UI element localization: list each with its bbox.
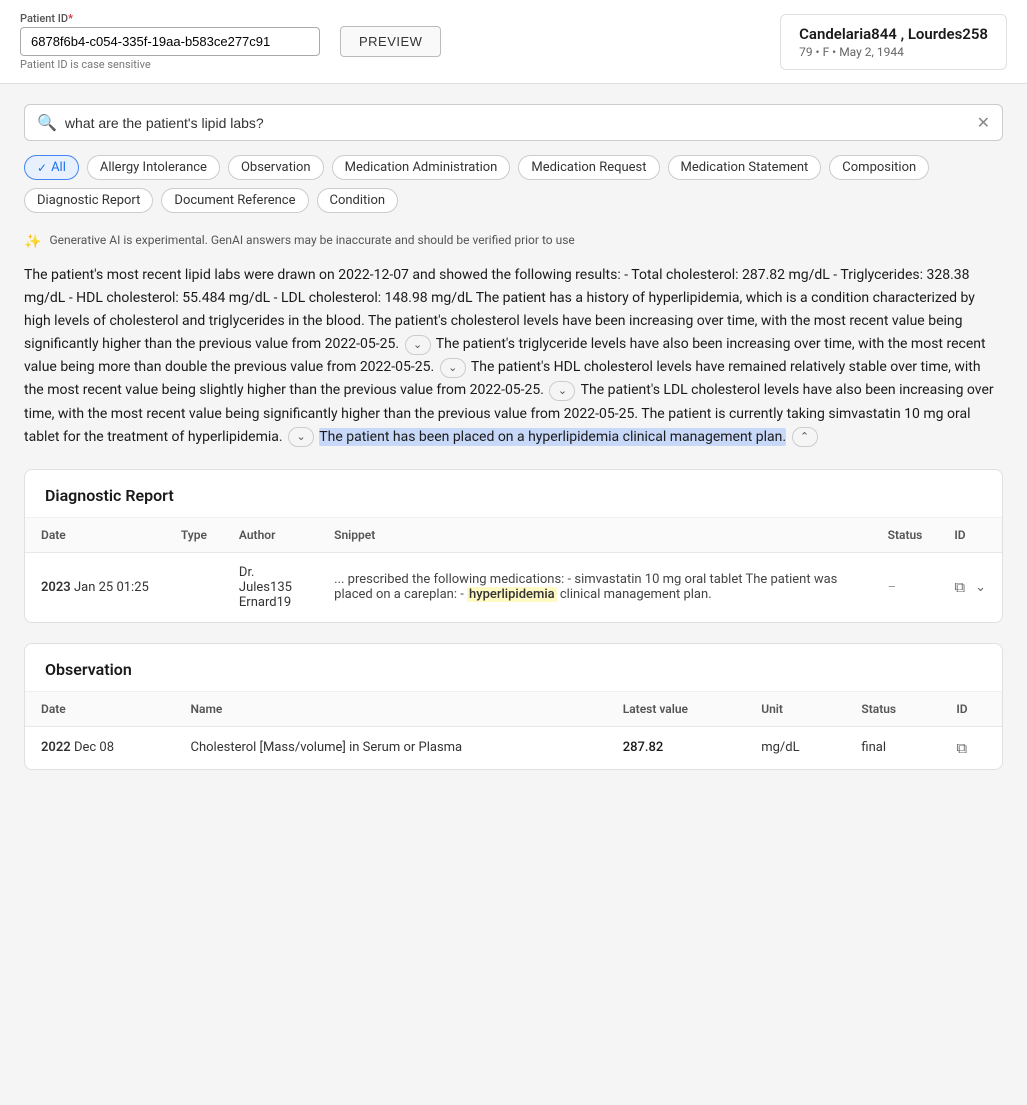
filter-chip-label: All: [51, 160, 66, 175]
col-date: Date: [25, 692, 175, 727]
filter-chip-label: Document Reference: [174, 193, 295, 208]
date-year: 2023: [41, 580, 71, 595]
filter-chip-composition[interactable]: Composition: [829, 155, 929, 180]
filter-chip-label: Diagnostic Report: [37, 193, 140, 208]
filter-chip-med-statement[interactable]: Medication Statement: [668, 155, 822, 180]
table-row: 2023 Jan 25 01:25 Dr. Jules135 Ernard19 …: [25, 552, 1002, 622]
status-value: final: [861, 740, 886, 755]
id-cell: ⧉: [940, 726, 1002, 769]
col-snippet: Snippet: [318, 518, 872, 553]
patient-info-card: Candelaria844 , Lourdes258 79 • F • May …: [780, 14, 1007, 70]
filter-chip-label: Medication Administration: [345, 160, 498, 175]
filter-chip-condition[interactable]: Condition: [317, 188, 399, 213]
diagnostic-report-card: Diagnostic Report Date Type Author Snipp…: [24, 469, 1003, 623]
diagnostic-report-table: Date Type Author Snippet Status ID 2023 …: [25, 518, 1002, 622]
observation-title: Observation: [25, 644, 1002, 692]
status-cell: –: [872, 552, 939, 622]
preview-button[interactable]: PREVIEW: [340, 26, 441, 57]
copy-icon[interactable]: ⧉: [956, 739, 967, 757]
col-status: Status: [872, 518, 939, 553]
snippet-after: clinical management plan.: [557, 587, 712, 602]
col-status: Status: [845, 692, 940, 727]
highlighted-response-text: The patient has been placed on a hyperli…: [319, 428, 786, 446]
observation-table: Date Name Latest value Unit Status ID 20…: [25, 692, 1002, 769]
status-cell: final: [845, 726, 940, 769]
expand-button-5[interactable]: ⌃: [792, 427, 818, 447]
col-name: Name: [175, 692, 607, 727]
type-cell: [165, 552, 223, 622]
col-latest-value: Latest value: [607, 692, 745, 727]
copy-icon[interactable]: ⧉: [954, 578, 965, 596]
col-author: Author: [223, 518, 318, 553]
expand-row-button[interactable]: ⌄: [975, 580, 986, 595]
ai-notice: ✨ Generative AI is experimental. GenAI a…: [24, 233, 1003, 250]
patient-id-label: Patient ID*: [20, 12, 320, 25]
required-marker: *: [68, 12, 73, 25]
observation-card: Observation Date Name Latest value Unit …: [24, 643, 1003, 770]
author-line1: Dr. Jules135: [239, 565, 302, 595]
date-year: 2022: [41, 740, 71, 755]
expand-button-4[interactable]: ⌄: [288, 427, 314, 447]
patient-name: Candelaria844 , Lourdes258: [799, 25, 988, 43]
patient-id-hint: Patient ID is case sensitive: [20, 58, 320, 71]
filter-chip-label: Medication Request: [531, 160, 646, 175]
filter-chip-label: Composition: [842, 160, 916, 175]
ai-response: The patient's most recent lipid labs wer…: [24, 264, 1003, 449]
search-input[interactable]: [65, 115, 969, 131]
table-row: 2022 Dec 08 Cholesterol [Mass/volume] in…: [25, 726, 1002, 769]
status-value: –: [888, 580, 897, 595]
search-container: 🔍 ✕: [24, 104, 1003, 141]
latest-value: 287.82: [623, 740, 664, 755]
filter-chip-diagnostic[interactable]: Diagnostic Report: [24, 188, 153, 213]
author-line2: Ernard19: [239, 595, 302, 610]
expand-button-1[interactable]: ⌄: [405, 335, 431, 355]
expand-button-2[interactable]: ⌄: [440, 358, 466, 378]
filter-chips: ✓ All Allergy Intolerance Observation Me…: [24, 155, 1003, 213]
patient-id-input[interactable]: [20, 27, 320, 56]
date-cell: 2022 Dec 08: [25, 726, 175, 769]
search-icon: 🔍: [37, 113, 57, 132]
filter-chip-label: Condition: [330, 193, 386, 208]
filter-chip-allergy[interactable]: Allergy Intolerance: [87, 155, 220, 180]
patient-details: 79 • F • May 2, 1944: [799, 45, 988, 59]
latest-value-cell: 287.82: [607, 726, 745, 769]
filter-chip-label: Medication Statement: [681, 160, 809, 175]
snippet-cell: ... prescribed the following medications…: [318, 552, 872, 622]
date-cell: 2023 Jan 25 01:25: [25, 552, 165, 622]
author-cell: Dr. Jules135 Ernard19: [223, 552, 318, 622]
table-header-row: Date Type Author Snippet Status ID: [25, 518, 1002, 553]
filter-chip-label: Allergy Intolerance: [100, 160, 207, 175]
name-cell: Cholesterol [Mass/volume] in Serum or Pl…: [175, 726, 607, 769]
date-rest: Dec 08: [74, 740, 114, 755]
clear-icon[interactable]: ✕: [977, 113, 990, 132]
expand-button-3[interactable]: ⌄: [549, 381, 575, 401]
snippet-highlight: hyperlipidemia: [467, 587, 557, 602]
header-bar: Patient ID* Patient ID is case sensitive…: [0, 0, 1027, 84]
col-unit: Unit: [745, 692, 845, 727]
col-id: ID: [940, 692, 1002, 727]
col-type: Type: [165, 518, 223, 553]
filter-chip-med-request[interactable]: Medication Request: [518, 155, 659, 180]
id-cell: ⧉ ⌄: [938, 552, 1002, 622]
ai-notice-text: Generative AI is experimental. GenAI ans…: [49, 233, 574, 247]
main-content: 🔍 ✕ ✓ All Allergy Intolerance Observatio…: [0, 84, 1027, 810]
date-rest: Jan 25 01:25: [74, 580, 149, 595]
filter-chip-med-admin[interactable]: Medication Administration: [332, 155, 511, 180]
col-date: Date: [25, 518, 165, 553]
filter-chip-label: Observation: [241, 160, 311, 175]
filter-chip-doc-ref[interactable]: Document Reference: [161, 188, 308, 213]
table-header-row: Date Name Latest value Unit Status ID: [25, 692, 1002, 727]
patient-id-group: Patient ID* Patient ID is case sensitive: [20, 12, 320, 71]
filter-chip-all[interactable]: ✓ All: [24, 155, 79, 180]
ai-sparkle-icon: ✨: [24, 234, 41, 250]
action-cell: ⧉ ⌄: [954, 578, 986, 596]
filter-chip-observation[interactable]: Observation: [228, 155, 324, 180]
diagnostic-report-title: Diagnostic Report: [25, 470, 1002, 518]
col-id: ID: [938, 518, 1002, 553]
check-icon: ✓: [37, 161, 47, 175]
unit-cell: mg/dL: [745, 726, 845, 769]
